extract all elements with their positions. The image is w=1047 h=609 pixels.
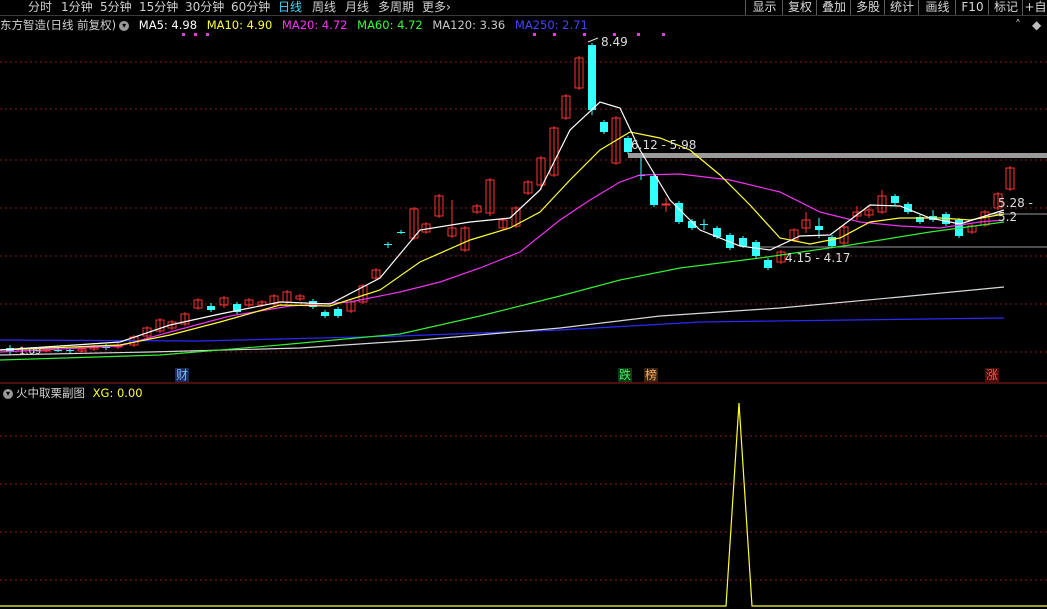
event-tag-rise[interactable]: 涨 [985, 368, 1000, 382]
candle-body-down [828, 237, 836, 246]
start-value-label: 1.09 [19, 346, 42, 357]
candle-body-down [397, 232, 405, 233]
signal-dot [583, 33, 586, 36]
candle-body-down [764, 260, 772, 268]
candle-body-down [700, 224, 708, 225]
candle-body-down [650, 176, 658, 205]
signal-dot [194, 33, 197, 36]
candle-body-down [321, 312, 329, 316]
event-tag-finance[interactable]: 财 [175, 368, 190, 382]
signal-dot [182, 33, 185, 36]
candle-body-down [384, 244, 392, 245]
dropdown-circle-icon[interactable]: ▾ [3, 388, 13, 399]
candle-body-down [334, 309, 342, 316]
candle-body-down [588, 45, 596, 110]
subchart-title: 火中取栗副图 [16, 386, 85, 400]
resistance-band [628, 153, 1047, 158]
candle-body-down [54, 350, 62, 351]
candle-body-down [891, 196, 899, 203]
signal-dot [662, 33, 665, 36]
candle-body-down [600, 122, 608, 132]
event-tag-drop[interactable]: 跌 [618, 368, 633, 382]
high-price-pointer [587, 37, 599, 43]
candle-body-down [739, 238, 747, 246]
resistance-range-label: 6.12 - 5.98 [631, 138, 697, 152]
candle-body-down [66, 350, 74, 351]
candle-body-up [661, 203, 671, 206]
subchart-legend: ▾ 火中取栗副图 XG: 0.00 [0, 385, 143, 401]
ma10-line [0, 131, 1005, 351]
candle-body-down [815, 226, 823, 230]
high-price-label: 8.49 [601, 35, 628, 49]
signal-dot [206, 33, 209, 36]
event-tag-list[interactable]: 榜 [644, 368, 659, 382]
signal-dot [637, 33, 640, 36]
support-range-label: 4.15 - 4.17 [785, 251, 851, 265]
signal-dot [533, 33, 536, 36]
ma120-line [0, 286, 1005, 356]
xg-signal-line [0, 402, 1047, 607]
ma5-line [0, 101, 1005, 351]
right-range-label: 5.28 - 5.2 [998, 196, 1033, 224]
kline-canvas [0, 33, 1047, 607]
signal-dot [553, 33, 556, 36]
ma20-line [0, 173, 1005, 353]
xg-value-label: XG: 0.00 [92, 386, 143, 400]
candle-body-down [207, 306, 215, 310]
